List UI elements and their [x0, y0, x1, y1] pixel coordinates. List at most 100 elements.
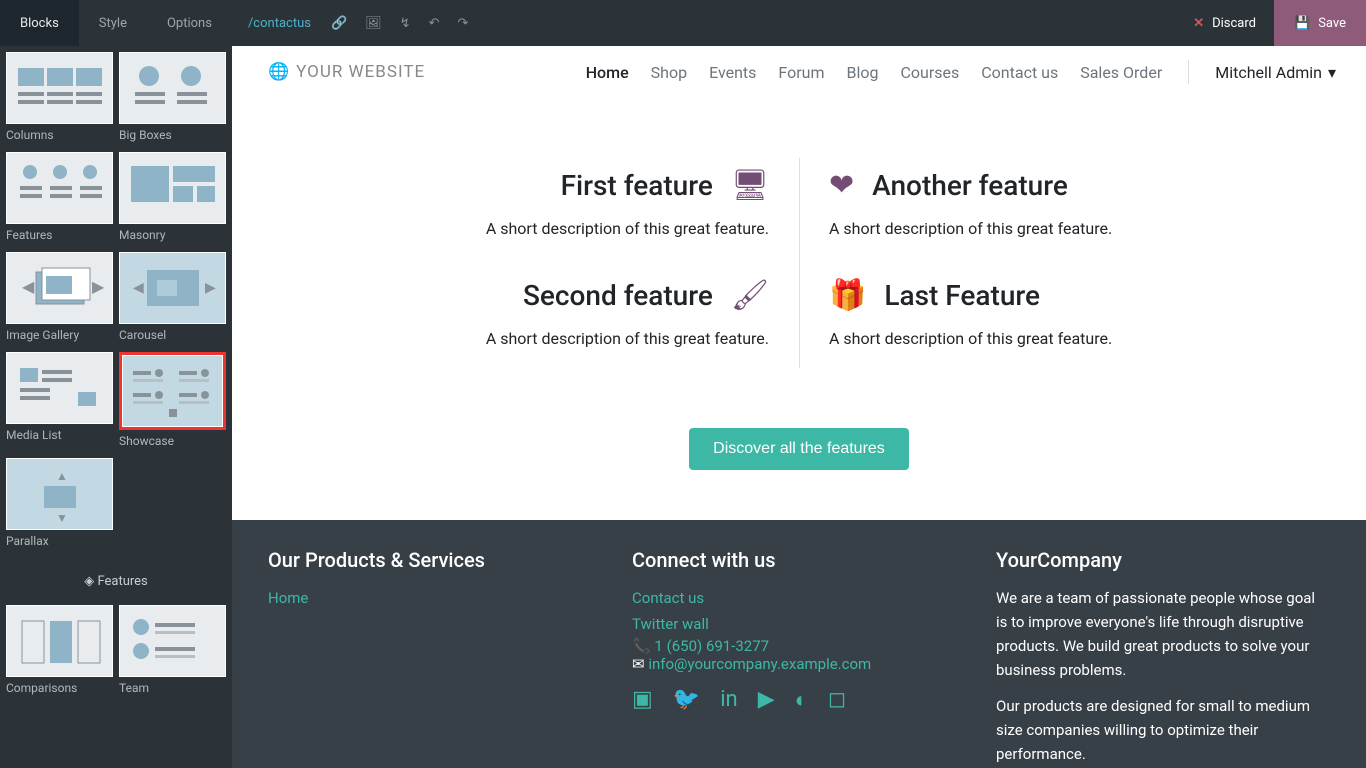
github-icon[interactable]: ◐ — [795, 687, 808, 713]
footer-col-connect: Connect with us Contact us Twitter wall … — [632, 548, 966, 768]
youtube-icon[interactable]: ▶ — [758, 687, 775, 713]
svg-text:▲: ▲ — [56, 469, 68, 483]
nav-contact[interactable]: Contact us — [981, 63, 1058, 82]
nav-sales[interactable]: Sales Order — [1080, 63, 1162, 82]
block-team[interactable]: Team — [119, 605, 226, 699]
heart-icon: ❤ — [829, 168, 854, 203]
nav-shop[interactable]: Shop — [651, 63, 687, 82]
block-comparisons[interactable]: Comparisons — [6, 605, 113, 699]
instagram-icon[interactable]: ◻ — [828, 687, 846, 713]
block-carousel[interactable]: ◀ ▶ Carousel — [119, 252, 226, 346]
footer-link-home[interactable]: Home — [268, 586, 602, 612]
site-nav: Home Shop Events Forum Blog Courses Cont… — [586, 60, 1336, 84]
block-label: Columns — [6, 128, 113, 146]
footer-heading: YourCompany — [996, 548, 1330, 572]
feature-desc: A short description of this great featur… — [389, 329, 769, 348]
gift-icon: 🎁 — [829, 278, 866, 313]
feature-title: Last Feature — [884, 279, 1040, 312]
feature-title: Another feature — [872, 169, 1068, 202]
phone-icon: 📞 — [632, 637, 651, 655]
block-label: Comparisons — [6, 681, 113, 699]
svg-text:◀: ◀ — [22, 277, 35, 296]
svg-text:▶: ▶ — [92, 277, 104, 296]
svg-text:▶: ▶ — [205, 280, 216, 296]
block-label: Image Gallery — [6, 328, 113, 346]
block-label: Media List — [6, 428, 113, 446]
block-label: Features — [6, 228, 113, 246]
cta-button[interactable]: Discover all the features — [689, 428, 909, 470]
footer-col-products: Our Products & Services Home — [268, 548, 602, 768]
nav-forum[interactable]: Forum — [778, 63, 824, 82]
site-header: 🌐 YOUR WEBSITE Home Shop Events Forum Bl… — [232, 46, 1366, 98]
toolbar-icons: 🔗 🖼 ↯ ↶ ↷ — [321, 16, 468, 31]
chevron-down-icon: ▾ — [1328, 63, 1336, 82]
nav-blog[interactable]: Blog — [847, 63, 879, 82]
save-icon: 💾 — [1294, 16, 1310, 31]
facebook-icon[interactable]: ▣ — [632, 687, 653, 713]
svg-text:▼: ▼ — [56, 511, 68, 525]
refresh-icon[interactable]: ↯ — [400, 16, 411, 31]
brand-text: YOUR WEBSITE — [296, 62, 425, 82]
discard-button[interactable]: ✕Discard — [1175, 0, 1274, 46]
block-parallax[interactable]: ▲ ▼ Parallax — [6, 458, 113, 552]
block-image-gallery[interactable]: ◀ ▶ Image Gallery — [6, 252, 113, 346]
block-showcase[interactable]: Showcase — [119, 352, 226, 452]
twitter-icon[interactable]: 🐦 — [673, 687, 700, 713]
footer-heading: Connect with us — [632, 548, 966, 572]
blocks-sidebar: Columns Big Boxes Features Masonry ◀ ▶ Image G… — [0, 46, 232, 768]
footer: Our Products & Services Home Connect wit… — [232, 520, 1366, 768]
monitor-icon: 🖥 — [731, 168, 769, 203]
feature-desc: A short description of this great featur… — [389, 219, 769, 238]
brush-icon: 🖌 — [731, 278, 769, 313]
globe-icon: 🌐 — [268, 62, 290, 82]
save-button[interactable]: 💾Save — [1274, 0, 1366, 46]
redo-icon[interactable]: ↷ — [457, 16, 468, 31]
feature-2[interactable]: ❤ Another feature A short description of … — [799, 158, 1239, 268]
envelope-icon: ✉ — [632, 655, 645, 673]
linkedin-icon[interactable]: in — [720, 687, 738, 713]
footer-text: We are a team of passionate people whose… — [996, 586, 1330, 682]
nav-events[interactable]: Events — [709, 63, 756, 82]
feature-1[interactable]: 🖥 First feature A short description of th… — [359, 158, 799, 268]
feature-desc: A short description of this great featur… — [829, 219, 1209, 238]
block-label: Carousel — [119, 328, 226, 346]
block-label: Parallax — [6, 534, 113, 552]
category-header: ◈ Features — [6, 564, 226, 599]
footer-col-about: YourCompany We are a team of passionate … — [996, 548, 1330, 768]
block-big-boxes[interactable]: Big Boxes — [119, 52, 226, 146]
block-masonry[interactable]: Masonry — [119, 152, 226, 246]
block-features[interactable]: Features — [6, 152, 113, 246]
feature-title: Second feature — [523, 279, 713, 312]
tab-options[interactable]: Options — [147, 0, 232, 46]
footer-text: Our products are designed for small to m… — [996, 694, 1330, 766]
footer-link-twitter[interactable]: Twitter wall — [632, 612, 966, 638]
close-icon: ✕ — [1193, 16, 1204, 31]
tab-style[interactable]: Style — [79, 0, 147, 46]
nav-home[interactable]: Home — [586, 63, 629, 82]
footer-email[interactable]: info@yourcompany.example.com — [648, 655, 871, 673]
block-label: Masonry — [119, 228, 226, 246]
feature-title: First feature — [561, 169, 713, 202]
link-icon[interactable]: 🔗 — [331, 16, 347, 31]
website-canvas[interactable]: 🌐 YOUR WEBSITE Home Shop Events Forum Bl… — [232, 46, 1366, 768]
tab-blocks[interactable]: Blocks — [0, 0, 79, 46]
svg-text:◀: ◀ — [133, 280, 144, 296]
footer-heading: Our Products & Services — [268, 548, 602, 572]
undo-icon[interactable]: ↶ — [429, 16, 440, 31]
site-logo[interactable]: 🌐 YOUR WEBSITE — [268, 62, 425, 82]
block-label: Big Boxes — [119, 128, 226, 146]
block-label: Showcase — [119, 434, 226, 452]
block-media-list[interactable]: Media List — [6, 352, 113, 452]
footer-phone[interactable]: 1 (650) 691-3277 — [654, 637, 769, 655]
breadcrumb-path[interactable]: /contactus — [232, 16, 321, 31]
block-columns[interactable]: Columns — [6, 52, 113, 146]
feature-desc: A short description of this great featur… — [829, 329, 1209, 348]
block-label: Team — [119, 681, 226, 699]
footer-link-contact[interactable]: Contact us — [632, 586, 966, 612]
user-menu[interactable]: Mitchell Admin▾ — [1215, 63, 1336, 82]
feature-4[interactable]: 🎁 Last Feature A short description of thi… — [799, 268, 1239, 378]
feature-3[interactable]: 🖌 Second feature A short description of t… — [359, 268, 799, 378]
nav-courses[interactable]: Courses — [900, 63, 959, 82]
image-icon[interactable]: 🖼 — [365, 16, 382, 31]
topbar: Blocks Style Options /contactus 🔗 🖼 ↯ ↶ … — [0, 0, 1366, 46]
